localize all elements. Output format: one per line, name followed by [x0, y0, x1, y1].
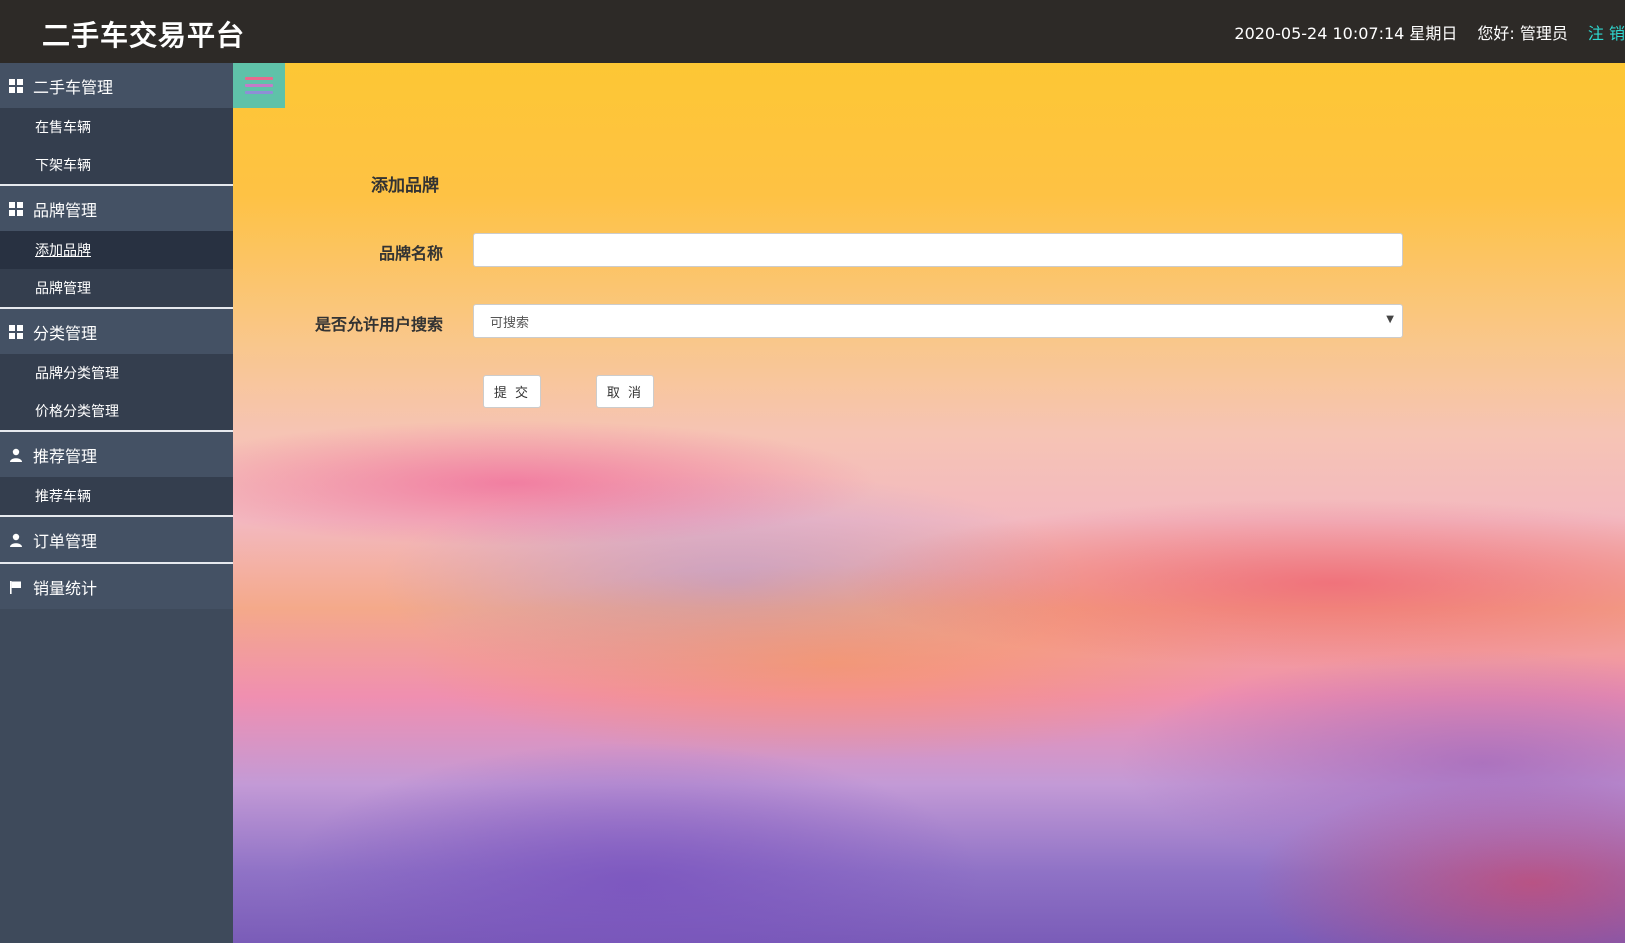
- sidebar-group-label: 二手车管理: [33, 77, 114, 97]
- allow-search-selected: 可搜索: [490, 315, 530, 331]
- sidebar-item-add-brand[interactable]: 添加品牌: [0, 231, 233, 269]
- sidebar-item-brand-manage[interactable]: 品牌管理: [0, 269, 233, 307]
- allow-search-select[interactable]: 可搜索 ▼: [473, 304, 1403, 338]
- brand-name-label: 品牌名称: [378, 244, 443, 263]
- sidebar-group-recommend[interactable]: 推荐管理: [0, 432, 233, 477]
- sidebar-group-used-cars[interactable]: 二手车管理: [0, 63, 233, 108]
- brand-name-input[interactable]: [473, 233, 1403, 267]
- sidebar-item-price-category[interactable]: 价格分类管理: [0, 392, 233, 430]
- flag-icon: [9, 580, 23, 594]
- user-icon: [9, 533, 23, 547]
- grid-icon: [9, 78, 23, 93]
- sidebar-group-orders[interactable]: 订单管理: [0, 517, 233, 562]
- sidebar-sub-list: 在售车辆 下架车辆: [0, 108, 233, 184]
- main-content-background: [233, 63, 1625, 943]
- menu-toggle-button[interactable]: [233, 63, 285, 108]
- greeting-text: 您好: 管理员: [1477, 24, 1568, 43]
- sidebar-sub-list: 添加品牌 品牌管理: [0, 231, 233, 307]
- grid-icon: [9, 201, 23, 216]
- brand-title: 二手车交易平台: [42, 19, 246, 52]
- form-title: 添加品牌: [371, 176, 439, 196]
- sidebar-group-label: 推荐管理: [33, 446, 98, 466]
- sidebar-item-brand-category[interactable]: 品牌分类管理: [0, 354, 233, 392]
- dropdown-arrow-icon: ▼: [1386, 314, 1394, 325]
- sidebar: 二手车管理 在售车辆 下架车辆 品牌管理 添加品牌 品牌管理 分类管理 品牌分类…: [0, 63, 233, 943]
- cancel-button[interactable]: 取 消: [596, 375, 654, 408]
- logout-link[interactable]: 注 销: [1588, 20, 1625, 44]
- sidebar-item-off-shelf[interactable]: 下架车辆: [0, 146, 233, 184]
- submit-button[interactable]: 提 交: [483, 375, 541, 408]
- sidebar-group-label: 订单管理: [33, 531, 98, 551]
- sidebar-group-label: 分类管理: [33, 323, 98, 343]
- sidebar-sub-list: 推荐车辆: [0, 477, 233, 515]
- sidebar-group-brand[interactable]: 品牌管理: [0, 186, 233, 231]
- grid-icon: [9, 324, 23, 339]
- sidebar-group-label: 品牌管理: [33, 200, 98, 220]
- header-right: 2020-05-24 10:07:14 星期日 您好: 管理员 注 销: [1234, 20, 1625, 44]
- datetime-text: 2020-05-24 10:07:14 星期日: [1234, 24, 1458, 43]
- top-header: 二手车交易平台 2020-05-24 10:07:14 星期日 您好: 管理员 …: [0, 0, 1625, 63]
- sidebar-group-label: 销量统计: [33, 578, 98, 598]
- sidebar-item-on-sale[interactable]: 在售车辆: [0, 108, 233, 146]
- user-icon: [9, 448, 23, 462]
- sidebar-group-sales-stats[interactable]: 销量统计: [0, 564, 233, 609]
- sidebar-sub-list: 品牌分类管理 价格分类管理: [0, 354, 233, 430]
- allow-search-label: 是否允许用户搜索: [314, 315, 443, 334]
- sidebar-item-recommended-cars[interactable]: 推荐车辆: [0, 477, 233, 515]
- sidebar-group-category[interactable]: 分类管理: [0, 309, 233, 354]
